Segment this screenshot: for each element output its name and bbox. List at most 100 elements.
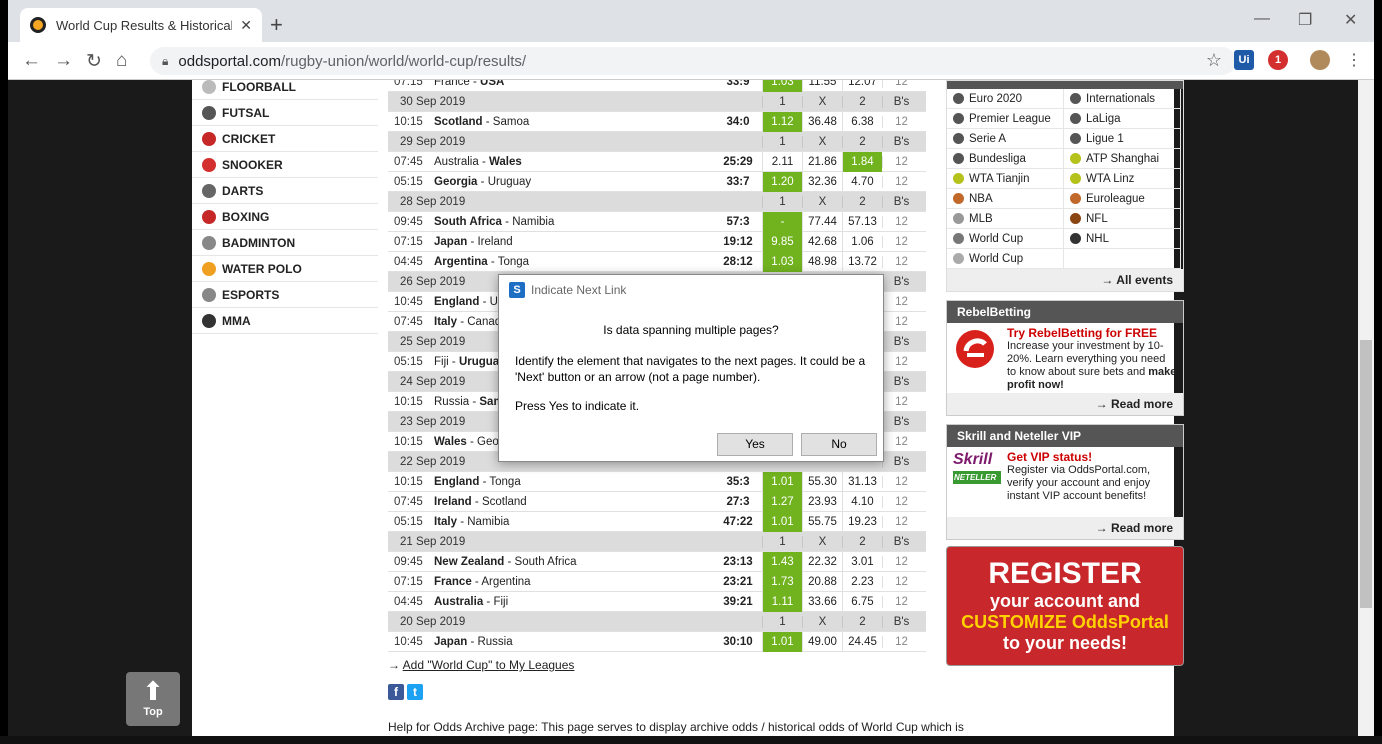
odds-home[interactable]: 9.85	[762, 231, 802, 252]
odds-home[interactable]: 1.01	[762, 511, 802, 532]
odds-away[interactable]: 24.45	[842, 631, 882, 652]
sidebar-item-esports[interactable]: ESPORTS	[192, 282, 378, 308]
odds-draw[interactable]: 48.98	[802, 251, 842, 272]
browser-tab[interactable]: World Cup Results & Historical O ✕	[20, 8, 262, 42]
reload-icon[interactable]: ↻	[86, 50, 102, 73]
odds-draw[interactable]: 21.86	[802, 151, 842, 172]
menu-icon[interactable]: ⋮	[1346, 50, 1362, 70]
odds-away[interactable]: 4.10	[842, 491, 882, 512]
odds-home[interactable]: 1.73	[762, 571, 802, 592]
odds-away[interactable]: 12.07	[842, 80, 882, 92]
odds-away[interactable]: 13.72	[842, 251, 882, 272]
sidebar-item-water-polo[interactable]: WATER POLO	[192, 256, 378, 282]
no-button[interactable]: No	[801, 433, 877, 456]
odds-draw[interactable]: 23.93	[802, 491, 842, 512]
skrill-neteller-logo[interactable]: Skrill NETELLER	[953, 451, 1001, 513]
match-name[interactable]: New Zealand - South Africa	[428, 556, 714, 568]
odds-draw[interactable]: 55.75	[802, 511, 842, 532]
match-name[interactable]: France - USA	[428, 80, 714, 88]
match-name[interactable]: Australia - Fiji	[428, 596, 714, 608]
match-name[interactable]: Georgia - Uruguay	[428, 176, 714, 188]
odds-away[interactable]: 6.75	[842, 591, 882, 612]
twitter-icon[interactable]: t	[407, 684, 423, 700]
match-name[interactable]: England - Tonga	[428, 476, 714, 488]
odds-away[interactable]: 4.70	[842, 171, 882, 192]
match-name[interactable]: Argentina - Tonga	[428, 256, 714, 268]
odds-away[interactable]: 1.06	[842, 231, 882, 252]
match-name[interactable]: France - Argentina	[428, 576, 714, 588]
extension-badge-icon[interactable]: 1	[1268, 50, 1288, 70]
odds-draw[interactable]: 33.66	[802, 591, 842, 612]
odds-away[interactable]: 57.13	[842, 211, 882, 232]
bookmark-star-icon[interactable]: ☆	[1206, 50, 1222, 71]
odds-draw[interactable]: 36.48	[802, 111, 842, 132]
top-event-item[interactable]: World Cup	[947, 229, 1064, 249]
restore-icon[interactable]: ❐	[1298, 10, 1312, 30]
match-name[interactable]: Italy - Namibia	[428, 516, 714, 528]
rebelbetting-logo-icon[interactable]	[953, 327, 1001, 389]
odds-home[interactable]: 1.03	[762, 80, 802, 92]
sidebar-item-snooker[interactable]: SNOOKER	[192, 152, 378, 178]
back-icon[interactable]: ←	[22, 50, 41, 72]
top-event-item[interactable]: WTA Tianjin	[947, 169, 1064, 189]
match-name[interactable]: Japan - Ireland	[428, 236, 714, 248]
omnibox[interactable]: 🔒︎ oddsportal.com/rugby-union/world/worl…	[150, 47, 1236, 75]
match-name[interactable]: Australia - Wales	[428, 156, 714, 168]
top-event-item[interactable]: World Cup	[947, 249, 1064, 269]
uipath-extension-icon[interactable]: Ui	[1234, 50, 1254, 70]
top-event-item[interactable]: NHL	[1064, 229, 1181, 249]
top-event-item[interactable]: NFL	[1064, 209, 1181, 229]
odds-draw[interactable]: 49.00	[802, 631, 842, 652]
top-event-item[interactable]: Euro 2020	[947, 89, 1064, 109]
odds-away[interactable]: 6.38	[842, 111, 882, 132]
sidebar-item-mma[interactable]: MMA	[192, 308, 378, 334]
odds-draw[interactable]: 11.55	[802, 80, 842, 92]
minimize-icon[interactable]: —	[1254, 10, 1270, 28]
match-name[interactable]: Ireland - Scotland	[428, 496, 714, 508]
odds-draw[interactable]: 22.32	[802, 551, 842, 572]
odds-draw[interactable]: 20.88	[802, 571, 842, 592]
back-to-top-button[interactable]: ⬆ Top	[126, 672, 180, 726]
facebook-icon[interactable]: f	[388, 684, 404, 700]
top-event-item[interactable]: Internationals	[1064, 89, 1181, 109]
close-window-icon[interactable]: ✕	[1344, 10, 1357, 30]
odds-away[interactable]: 19.23	[842, 511, 882, 532]
odds-away[interactable]: 3.01	[842, 551, 882, 572]
home-icon[interactable]: ⌂	[116, 50, 127, 72]
top-event-item[interactable]: NBA	[947, 189, 1064, 209]
profile-avatar[interactable]	[1310, 50, 1330, 70]
odds-home[interactable]: 1.43	[762, 551, 802, 572]
skrill-read-more[interactable]: → Read more	[947, 517, 1183, 539]
forward-icon[interactable]: →	[54, 50, 73, 72]
top-event-item[interactable]: Euroleague	[1064, 189, 1181, 209]
all-events-link[interactable]: → All events	[947, 269, 1183, 291]
match-name[interactable]: South Africa - Namibia	[428, 216, 714, 228]
top-event-item[interactable]: Bundesliga	[947, 149, 1064, 169]
sidebar-item-boxing[interactable]: BOXING	[192, 204, 378, 230]
add-to-leagues-link[interactable]: → Add "World Cup" to My Leagues	[388, 658, 574, 672]
match-name[interactable]: Japan - Russia	[428, 636, 714, 648]
top-event-item[interactable]: LaLiga	[1064, 109, 1181, 129]
sidebar-item-darts[interactable]: DARTS	[192, 178, 378, 204]
sidebar-item-badminton[interactable]: BADMINTON	[192, 230, 378, 256]
rebelbetting-title[interactable]: Try RebelBetting for FREE	[1007, 327, 1177, 340]
sidebar-item-floorball[interactable]: FLOORBALL	[192, 80, 378, 100]
close-tab-icon[interactable]: ✕	[240, 17, 252, 34]
odds-home[interactable]: 1.01	[762, 631, 802, 652]
odds-draw[interactable]: 42.68	[802, 231, 842, 252]
odds-home[interactable]: 1.12	[762, 111, 802, 132]
odds-away[interactable]: 2.23	[842, 571, 882, 592]
top-event-item[interactable]: Premier League	[947, 109, 1064, 129]
match-name[interactable]: Scotland - Samoa	[428, 116, 714, 128]
odds-away[interactable]: 1.84	[842, 151, 882, 172]
scrollbar-thumb[interactable]	[1360, 340, 1372, 608]
odds-home[interactable]: -	[762, 211, 802, 232]
top-event-item[interactable]: MLB	[947, 209, 1064, 229]
register-banner[interactable]: REGISTER your account and CUSTOMIZE Odds…	[946, 546, 1184, 666]
odds-home[interactable]: 1.27	[762, 491, 802, 512]
odds-home[interactable]: 1.20	[762, 171, 802, 192]
odds-draw[interactable]: 77.44	[802, 211, 842, 232]
odds-home[interactable]: 1.11	[762, 591, 802, 612]
sidebar-item-futsal[interactable]: FUTSAL	[192, 100, 378, 126]
odds-home[interactable]: 2.11	[762, 151, 802, 172]
